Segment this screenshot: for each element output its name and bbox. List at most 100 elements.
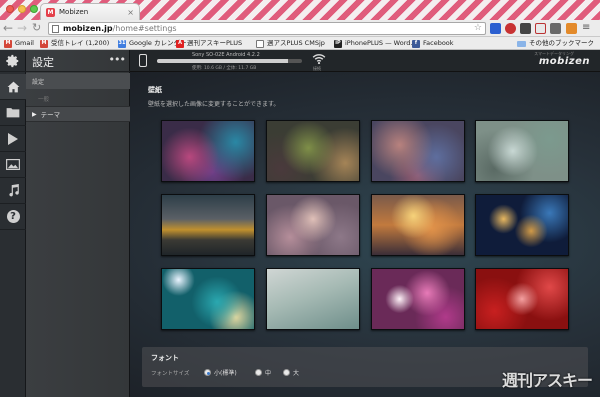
sidebar-item-theme[interactable]: ▶ テーマ — [26, 106, 130, 122]
close-window-button[interactable] — [6, 5, 14, 13]
bookmark-star-icon[interactable]: ☆ — [474, 23, 482, 34]
bookmark-label: Gmail — [15, 39, 34, 47]
settings-panel: 設定 ••• 設定 一般 ▶ テーマ — [26, 50, 130, 397]
wallpaper-description: 壁紙を選択した画像に変更することができます。 — [148, 101, 280, 108]
wallpaper-option-9[interactable] — [161, 268, 255, 330]
tab-title: Mobizen — [59, 8, 89, 16]
music-icon — [8, 184, 19, 197]
bookmark-gmail[interactable]: M Gmail — [4, 39, 34, 48]
wallpaper-option-4[interactable] — [475, 120, 569, 182]
wallpaper-option-2[interactable] — [266, 120, 360, 182]
settings-gear-icon[interactable] — [0, 50, 26, 72]
radio-label: 大 — [293, 370, 300, 377]
settings-header: 設定 ••• — [26, 50, 130, 72]
forward-icon[interactable]: → — [17, 21, 27, 35]
browser-tab[interactable]: M Mobizen × — [40, 3, 140, 20]
font-size-small-radio[interactable]: 小(標準) — [204, 368, 237, 377]
bookmark-label: Facebook — [423, 39, 454, 47]
bookmark-label: 週アスPLUS CMSjp — [267, 39, 325, 47]
bookmark-ascii-plus[interactable]: A 週刊アスキーPLUS — [176, 39, 242, 48]
section-label-general: 一般 — [38, 97, 50, 103]
window-titlebar: M Mobizen × — [0, 0, 600, 20]
breadcrumb[interactable]: 設定 — [26, 73, 130, 89]
bookmark-label: 週刊アスキーPLUS — [187, 39, 243, 47]
wallpaper-option-1[interactable] — [161, 120, 255, 182]
wallpaper-option-12[interactable] — [475, 268, 569, 330]
extension-icon[interactable] — [520, 23, 531, 34]
sidebar-item-help[interactable]: ? — [0, 204, 26, 230]
tab-close-icon[interactable]: × — [127, 8, 134, 17]
wallpaper-option-5[interactable] — [161, 194, 255, 256]
phone-icon — [139, 54, 147, 67]
wifi-icon — [312, 54, 326, 65]
home-icon — [7, 81, 19, 92]
storage-fill — [157, 59, 289, 63]
device-name: Sony SO-02E Android 4.2.2 — [192, 52, 260, 58]
wallpaper-option-11[interactable] — [371, 268, 465, 330]
bookmark-cms[interactable]: 週アスPLUS CMSjp — [256, 39, 325, 48]
image-icon — [6, 159, 20, 170]
mobizen-logo: mobizen — [538, 56, 590, 67]
ascii-icon: A — [176, 39, 184, 48]
storage-bar — [157, 59, 302, 63]
minimize-window-button[interactable] — [18, 5, 26, 13]
wallpaper-option-8[interactable] — [475, 194, 569, 256]
back-icon[interactable]: ← — [3, 21, 13, 35]
font-size-medium-radio[interactable]: 中 — [255, 368, 271, 377]
help-icon: ? — [6, 210, 20, 223]
more-options-icon[interactable]: ••• — [109, 53, 126, 66]
sidebar-item-music[interactable] — [0, 178, 26, 204]
mobizen-favicon-icon: M — [46, 7, 55, 17]
play-icon — [8, 132, 18, 145]
font-title: フォント — [151, 354, 179, 362]
address-bar[interactable]: mobizen.jp/home#settings ☆ — [48, 22, 486, 35]
radio-icon — [255, 369, 262, 376]
folder-icon — [6, 108, 20, 118]
radio-icon — [283, 369, 290, 376]
other-bookmarks[interactable]: その他のブックマーク — [517, 39, 594, 48]
sidebar-item-home[interactable] — [0, 74, 26, 100]
calendar-icon: 31 — [118, 39, 126, 48]
extension-icon[interactable] — [505, 23, 516, 34]
gmail-icon: M — [40, 39, 48, 48]
ascii-watermark: 週刊アスキー — [501, 371, 593, 390]
other-bookmarks-label: その他のブックマーク — [529, 39, 594, 47]
sidebar-icons: ? — [0, 50, 26, 397]
wallpaper-option-7[interactable] — [371, 194, 465, 256]
page-icon — [256, 39, 264, 48]
wallpaper-title: 壁紙 — [148, 86, 162, 94]
menu-icon[interactable]: ≡ — [582, 23, 593, 34]
iphoneplus-icon: iP — [334, 39, 342, 48]
bookmarks-bar: M Gmail M 受信トレイ (1,200) 31 Google カレンダー … — [0, 37, 600, 50]
extension-icon[interactable] — [490, 23, 501, 34]
wallpaper-option-10[interactable] — [266, 268, 360, 330]
zoom-window-button[interactable] — [30, 5, 38, 13]
facebook-icon: f — [412, 39, 420, 48]
sidebar-item-files[interactable] — [0, 100, 26, 126]
sidebar-item-photos[interactable] — [0, 152, 26, 178]
device-status-bar: Sony SO-02E Android 4.2.2 使用: 10.6 GB / … — [130, 50, 600, 72]
radio-label: 小(標準) — [214, 370, 237, 377]
bookmark-iphoneplus[interactable]: iP iPhonePLUS — Word... — [334, 39, 417, 48]
extension-icon[interactable] — [550, 23, 561, 34]
browser-toolbar: ← → ↻ mobizen.jp/home#settings ☆ ≡ — [0, 20, 600, 37]
radio-checked-icon — [204, 369, 211, 376]
bookmark-label: 受信トレイ (1,200) — [51, 39, 110, 47]
bookmark-label: iPhonePLUS — Word... — [345, 39, 417, 47]
url-host: mobizen.jp — [63, 24, 113, 33]
bookmark-facebook[interactable]: f Facebook — [412, 39, 454, 48]
reload-icon[interactable]: ↻ — [32, 21, 41, 35]
extension-icon[interactable] — [566, 23, 577, 34]
wallpaper-option-6[interactable] — [266, 194, 360, 256]
wallpaper-option-3[interactable] — [371, 120, 465, 182]
gmail-icon: M — [4, 39, 12, 48]
url-path: /home#settings — [112, 24, 177, 33]
settings-title: 設定 — [32, 56, 54, 69]
extension-icon[interactable] — [535, 23, 546, 34]
folder-icon — [517, 40, 526, 47]
font-size-large-radio[interactable]: 大 — [283, 368, 299, 377]
sidebar-item-video[interactable] — [0, 126, 26, 152]
radio-label: 中 — [265, 370, 272, 377]
bookmark-inbox[interactable]: M 受信トレイ (1,200) — [40, 39, 109, 48]
page-icon — [52, 25, 59, 33]
